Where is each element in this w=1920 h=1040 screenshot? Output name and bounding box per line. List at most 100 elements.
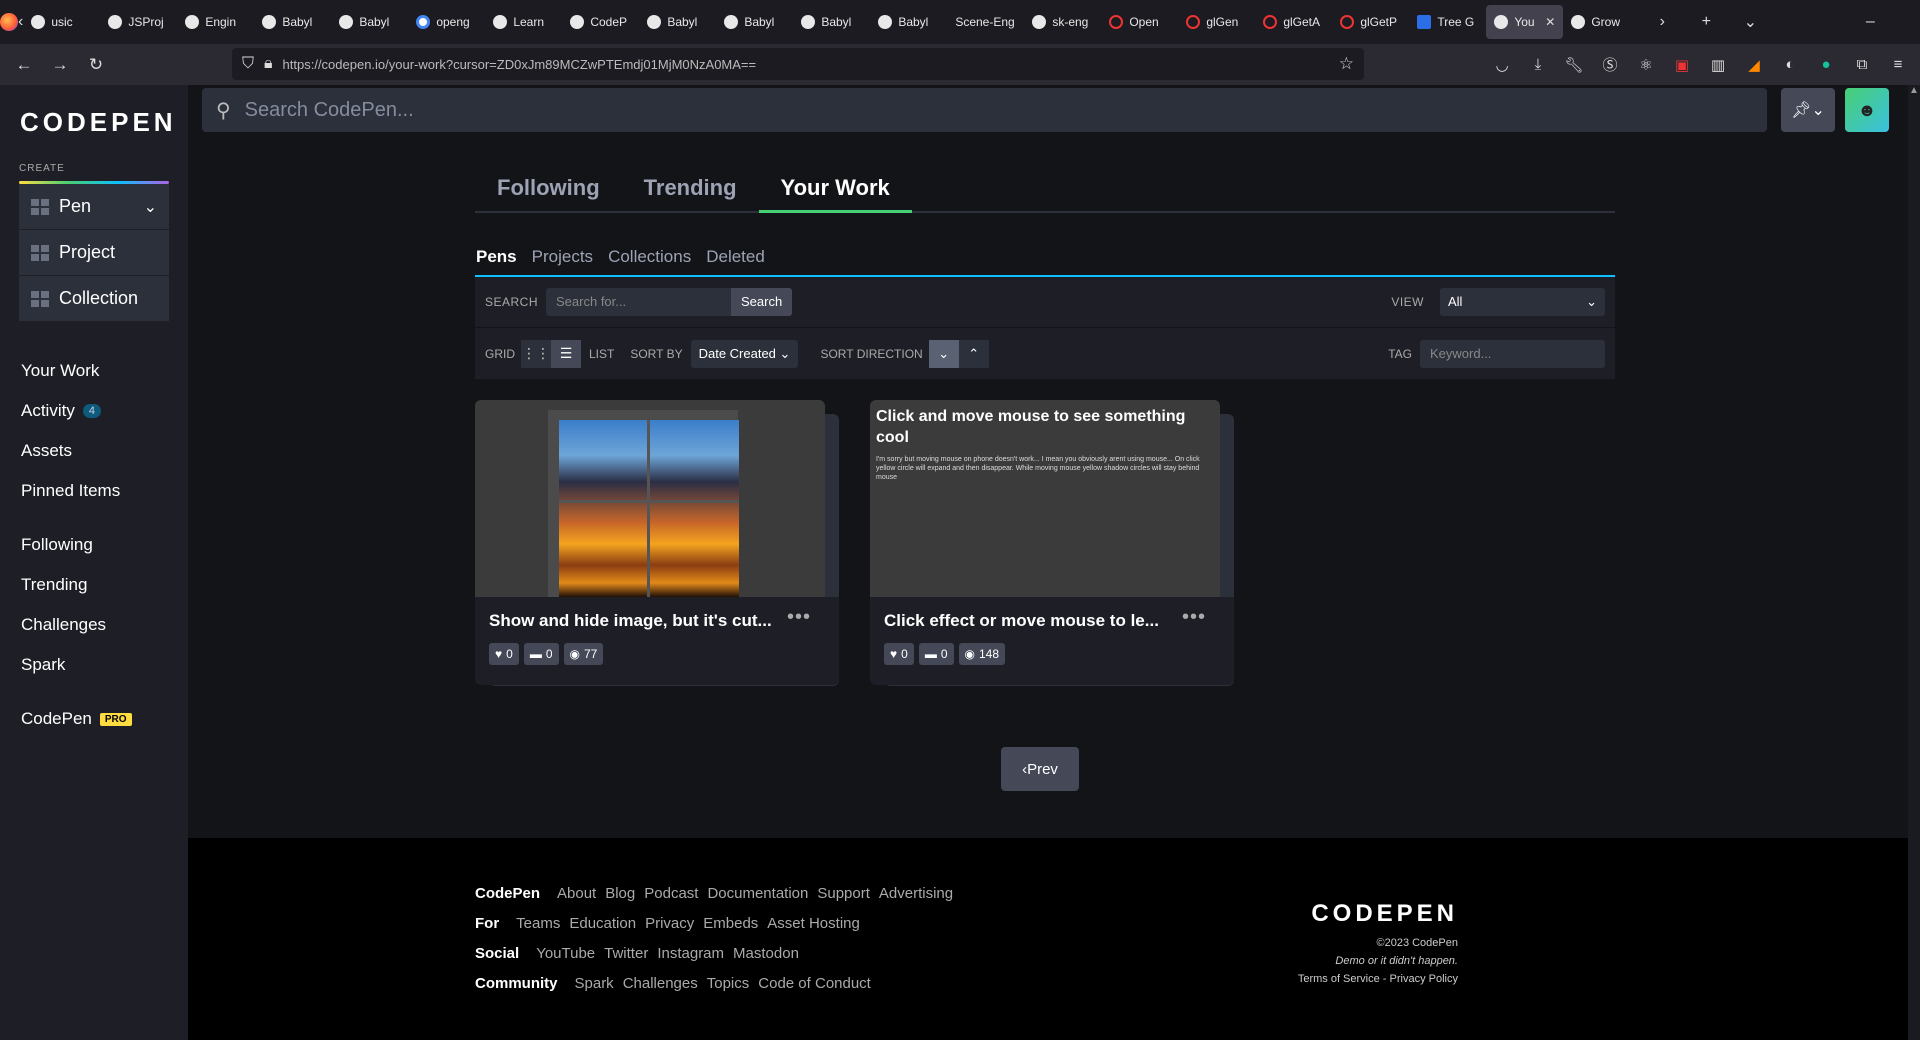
sidebar-item-following[interactable]: Following [21,525,132,565]
browser-tab[interactable]: You ✕ [1486,5,1564,39]
terms-link[interactable]: Terms of Service [1298,973,1380,985]
extension-bars-icon[interactable]: ▥ [1708,56,1728,74]
back-icon[interactable]: ← [6,55,42,75]
create-collection-button[interactable]: Collection [19,276,169,322]
pen-preview[interactable]: Click and move mouse to see something co… [870,400,1220,597]
browser-tab[interactable]: glGen [1178,5,1255,39]
menu-icon[interactable]: ≡ [1888,56,1908,73]
react-devtools-icon[interactable]: ⚛ [1636,56,1656,74]
page-scrollbar[interactable]: ▲ [1908,85,1920,1040]
tab-scroll-right-icon[interactable]: › [1640,13,1684,31]
shield-icon[interactable]: ⛉ [242,55,254,73]
footer-link[interactable]: Documentation [707,885,808,902]
footer-heading[interactable]: Community [475,975,558,992]
browser-tab[interactable]: Tree G [1409,5,1486,39]
footer-link[interactable]: Advertising [879,885,953,902]
browser-tab[interactable]: sk-eng [1024,5,1101,39]
more-options-icon[interactable]: ••• [787,606,811,629]
browser-tab[interactable]: CodeP [562,5,639,39]
like-button[interactable]: ♥ 0 [489,643,519,665]
bookmark-star-icon[interactable]: ☆ [1339,54,1354,74]
footer-heading[interactable]: CodePen [475,885,540,902]
browser-tab[interactable]: JSProj [100,5,177,39]
browser-tab[interactable]: Babyl [870,5,947,39]
footer-link[interactable]: Topics [707,975,750,992]
tab-following[interactable]: Following [475,175,622,213]
views-stat[interactable]: ◉ 148 [958,643,1006,665]
browser-tab[interactable]: usic [23,5,100,39]
list-view-button[interactable]: ☰ [551,339,581,368]
tab-deleted[interactable]: Deleted [706,247,765,267]
privacy-link[interactable]: Privacy Policy [1390,973,1458,985]
comment-button[interactable]: ▬ 0 [918,643,954,665]
footer-link[interactable]: Spark [575,975,614,992]
lock-icon[interactable]: 🔒︎ [264,55,273,73]
pen-search-button[interactable]: Search [731,288,793,316]
create-project-button[interactable]: Project [19,230,169,276]
footer-link[interactable]: Mastodon [733,945,799,962]
grammarly-icon[interactable]: ● [1816,56,1836,73]
sort-ascending-button[interactable]: ⌃ [958,339,989,368]
footer-link[interactable]: Embeds [703,915,758,932]
footer-link[interactable]: Support [817,885,870,902]
sidebar-item-pinned-items[interactable]: Pinned Items [21,471,132,511]
browser-tab[interactable]: Open [1101,5,1178,39]
like-button[interactable]: ♥ 0 [884,643,914,665]
sort-descending-button[interactable]: ⌄ [928,339,959,368]
extensions-puzzle-icon[interactable]: ⧉ [1852,56,1872,73]
footer-link[interactable]: Challenges [623,975,698,992]
download-icon[interactable]: ⤓ [1528,56,1548,73]
browser-tab[interactable]: Babyl [254,5,331,39]
sort-by-select[interactable]: Date Created ⌄ [690,339,799,368]
sidebar-item-challenges[interactable]: Challenges [21,605,132,645]
browser-tab[interactable]: glGetP [1332,5,1409,39]
more-options-icon[interactable]: ••• [1182,606,1206,629]
url-bar[interactable]: ⛉ 🔒︎ https://codepen.io/your-work?cursor… [232,48,1364,80]
chevron-down-icon[interactable]: ⌄ [144,197,157,217]
sidebar-item-spark[interactable]: Spark [21,645,132,685]
codepen-search-bar[interactable]: ⚲ Search CodePen... [202,88,1767,132]
create-pen-button[interactable]: Pen ⌄ [19,184,169,230]
footer-heading[interactable]: Social [475,945,519,962]
sidebar-item-codepen-pro[interactable]: CodePen PRO [21,699,132,739]
close-tab-icon[interactable]: ✕ [1545,15,1555,29]
tab-trending[interactable]: Trending [622,175,759,213]
browser-tab[interactable]: Babyl [331,5,408,39]
sidebar-item-activity[interactable]: Activity 4 [21,391,132,431]
footer-link[interactable]: Asset Hosting [767,915,860,932]
browser-tab[interactable]: Learn [485,5,562,39]
browser-tab[interactable]: Grow [1563,5,1640,39]
footer-heading[interactable]: For [475,915,499,932]
forward-icon[interactable]: → [42,55,78,75]
tab-projects[interactable]: Projects [532,247,593,267]
firefox-icon[interactable] [0,0,18,44]
footer-link[interactable]: Blog [605,885,635,902]
views-stat[interactable]: ◉ 77 [563,643,604,665]
view-select[interactable]: All ⌄ [1440,288,1605,316]
footer-link[interactable]: Podcast [644,885,698,902]
footer-codepen-logo[interactable]: CODEPEN [1258,900,1458,928]
prev-button[interactable]: ‹ Prev [1001,747,1079,791]
pen-title[interactable]: Show and hide image, but it's cut... [489,611,779,631]
tab-pens[interactable]: Pens [476,247,517,267]
tab-collections[interactable]: Collections [608,247,691,267]
sidebar-item-trending[interactable]: Trending [21,565,132,605]
minimize-icon[interactable]: – [1842,13,1898,31]
footer-link[interactable]: Code of Conduct [758,975,871,992]
pocket-icon[interactable]: ◡ [1492,56,1512,74]
wrench-icon[interactable]: 🔧︎ [1564,56,1584,74]
url-text[interactable]: https://codepen.io/your-work?cursor=ZD0x… [283,57,757,72]
browser-tab[interactable]: Engin [177,5,254,39]
browser-tab[interactable]: glGetA [1255,5,1332,39]
extension-orange-icon[interactable]: ◢ [1744,56,1764,74]
footer-link[interactable]: Teams [516,915,560,932]
pen-search-input[interactable]: Search for... [546,288,732,316]
extension-s-icon[interactable]: Ⓢ [1600,54,1620,75]
footer-link[interactable]: About [557,885,596,902]
browser-tab[interactable]: Babyl [716,5,793,39]
list-tabs-icon[interactable]: ⌄ [1728,12,1772,32]
extension-circle-icon[interactable]: ◐ [1780,56,1800,73]
restore-icon[interactable]: ❐ [1898,12,1920,32]
sidebar-item-assets[interactable]: Assets [21,431,132,471]
pen-preview[interactable] [475,400,825,597]
